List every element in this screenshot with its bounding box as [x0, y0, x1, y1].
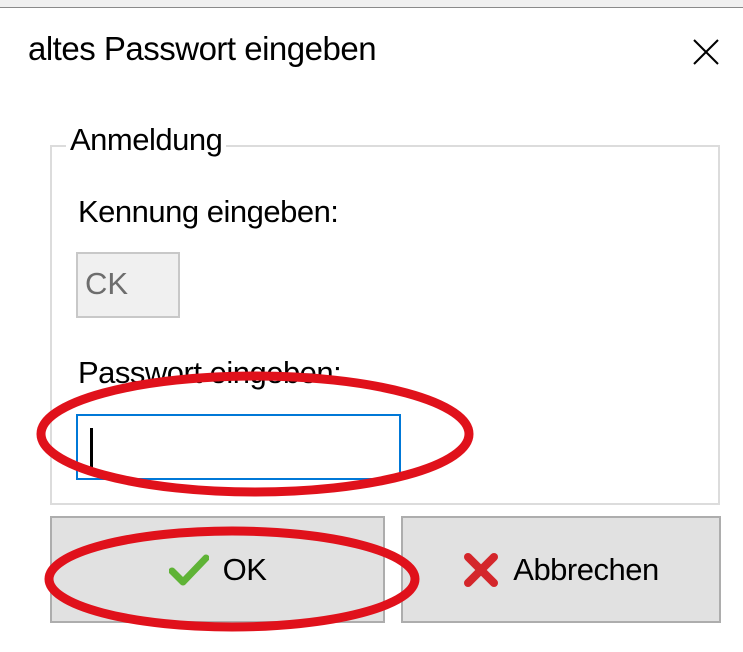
passwort-label: Passwort eingeben:: [78, 355, 342, 390]
x-icon: [463, 552, 499, 588]
login-dialog: altes Passwort eingeben Anmeldung Kennun…: [0, 0, 743, 652]
kennung-field: CK: [76, 252, 180, 318]
checkmark-icon: [168, 554, 209, 586]
close-button[interactable]: [684, 30, 728, 74]
cancel-button[interactable]: Abbrechen: [401, 516, 721, 623]
dialog-title: altes Passwort eingeben: [28, 30, 377, 67]
window-top-edge: [0, 0, 743, 8]
ok-button-label: OK: [222, 551, 267, 587]
cancel-button-label: Abbrechen: [513, 551, 659, 587]
password-input[interactable]: [76, 414, 401, 480]
groupbox-legend: Anmeldung: [66, 122, 227, 158]
close-icon: [693, 39, 719, 65]
ok-button[interactable]: OK: [50, 516, 385, 623]
text-caret: [90, 428, 93, 468]
kennung-label: Kennung eingeben:: [78, 194, 339, 229]
